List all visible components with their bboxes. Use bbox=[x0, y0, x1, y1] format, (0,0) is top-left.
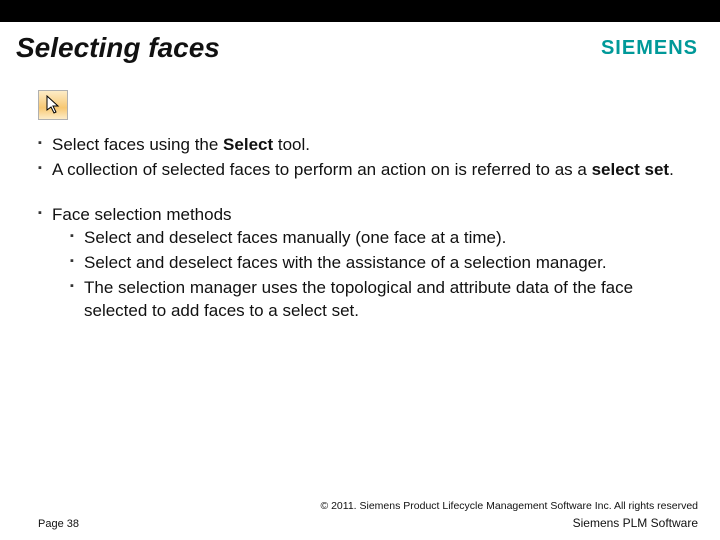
sub-bullet-list: Select and deselect faces manually (one … bbox=[70, 227, 690, 323]
bullet-item: A collection of selected faces to perfor… bbox=[38, 159, 690, 182]
header-row: Selecting faces SIEMENS bbox=[0, 22, 720, 78]
copyright-text: © 2011. Siemens Product Lifecycle Manage… bbox=[38, 500, 698, 512]
content-area: Select faces using the Select tool. A co… bbox=[0, 120, 720, 323]
bullet-item: Select faces using the Select tool. bbox=[38, 134, 690, 157]
text: . bbox=[669, 160, 674, 179]
bold-text: select set bbox=[592, 160, 670, 179]
text: A collection of selected faces to perfor… bbox=[52, 160, 592, 179]
text: Face selection methods bbox=[52, 205, 232, 224]
slide: Selecting faces SIEMENS Select faces usi… bbox=[0, 0, 720, 540]
text: Select faces using the bbox=[52, 135, 223, 154]
plm-label: Siemens PLM Software bbox=[573, 516, 698, 530]
sub-bullet-item: Select and deselect faces with the assis… bbox=[70, 252, 690, 275]
siemens-logo: SIEMENS bbox=[601, 37, 698, 60]
footer-row: Page 38 Siemens PLM Software bbox=[38, 516, 698, 530]
sub-bullet-item: Select and deselect faces manually (one … bbox=[70, 227, 690, 250]
text: tool. bbox=[273, 135, 310, 154]
bullet-list-top: Select faces using the Select tool. A co… bbox=[38, 134, 690, 182]
top-black-bar bbox=[0, 0, 720, 22]
bullet-item: Face selection methods Select and desele… bbox=[38, 204, 690, 323]
sub-bullet-item: The selection manager uses the topologic… bbox=[70, 277, 690, 323]
page-title: Selecting faces bbox=[16, 32, 220, 64]
select-tool-icon bbox=[38, 90, 68, 120]
footer: © 2011. Siemens Product Lifecycle Manage… bbox=[0, 500, 720, 530]
page-number: Page 38 bbox=[38, 518, 79, 530]
bullet-list-methods: Face selection methods Select and desele… bbox=[38, 204, 690, 323]
cursor-select-icon bbox=[44, 95, 62, 115]
bold-text: Select bbox=[223, 135, 273, 154]
